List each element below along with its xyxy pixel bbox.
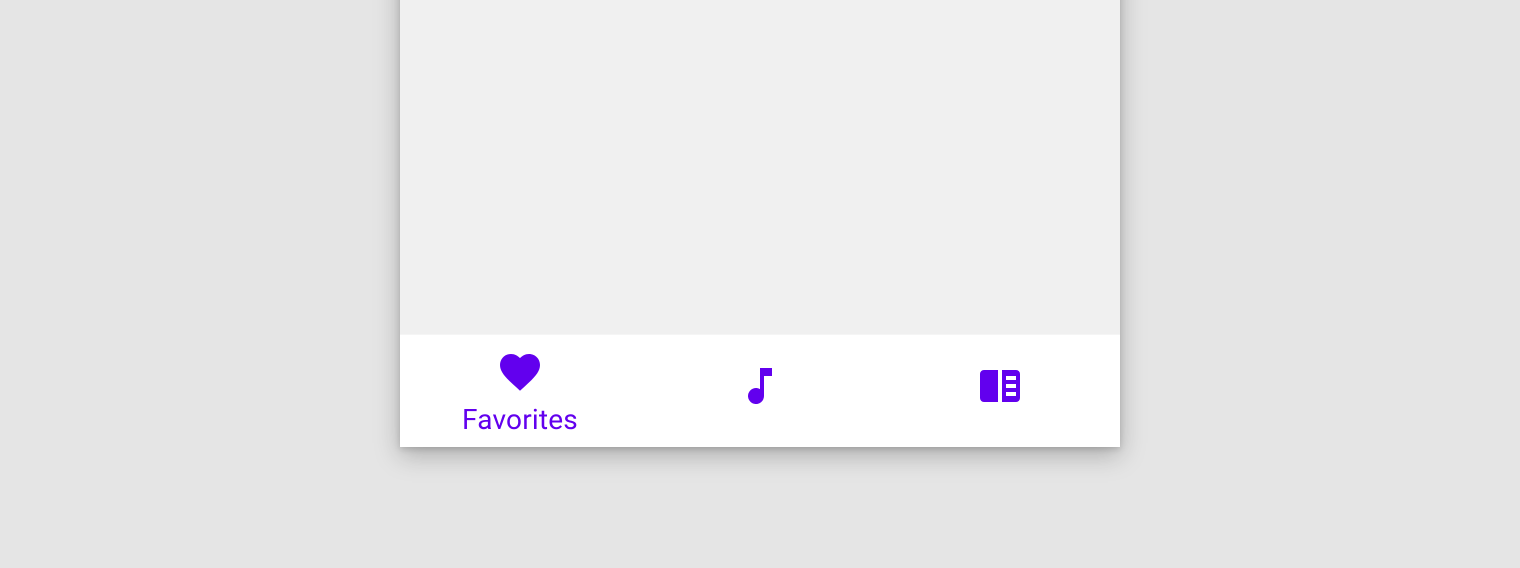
bottom-navigation: Favorites (400, 334, 1120, 447)
content-area (400, 0, 1120, 334)
nav-item-label: Favorites (462, 406, 578, 434)
nav-item-favorites[interactable]: Favorites (400, 335, 640, 447)
music-note-icon (736, 362, 784, 414)
nav-item-music[interactable] (640, 335, 880, 447)
nav-item-book[interactable] (880, 335, 1120, 447)
app-window: Favorites (400, 0, 1120, 447)
book-icon (976, 362, 1024, 414)
heart-icon (496, 348, 544, 400)
